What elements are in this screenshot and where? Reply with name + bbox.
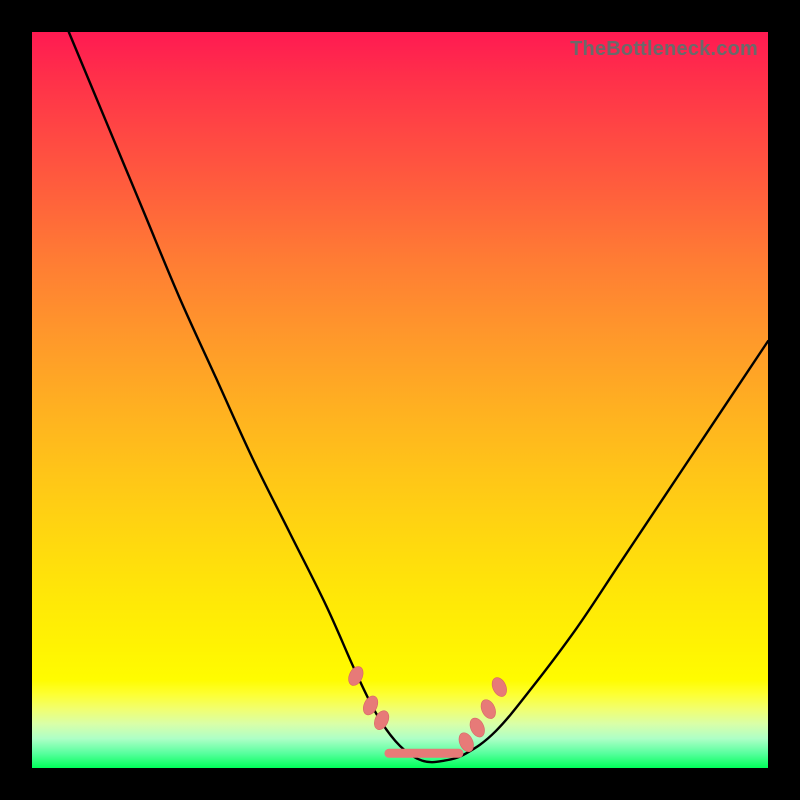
valley-marker	[467, 716, 487, 740]
curve-path	[69, 32, 768, 762]
valley-marker	[489, 675, 509, 699]
bottleneck-curve	[32, 32, 768, 768]
outer-frame: TheBottleneck.com	[0, 0, 800, 800]
valley-marker	[346, 664, 366, 688]
valley-marker	[478, 697, 498, 721]
plot-area: TheBottleneck.com	[32, 32, 768, 768]
